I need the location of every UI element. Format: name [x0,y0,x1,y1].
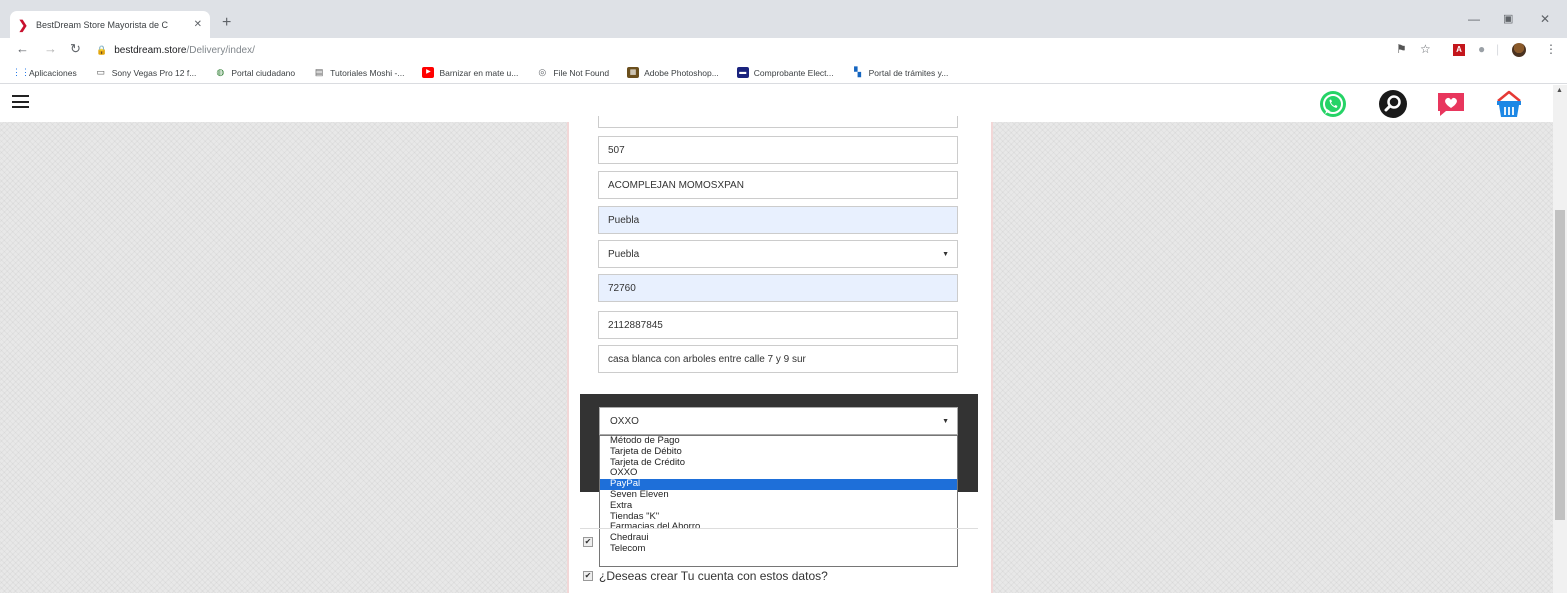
reference-value: casa blanca con arboles entre calle 7 y … [608,353,806,365]
globe-icon: ◎ [538,67,547,77]
page-icon: ▤ [314,67,324,77]
youtube-icon: ▶ [422,67,435,78]
reference-field[interactable]: casa blanca con arboles entre calle 7 y … [598,345,958,373]
scroll-thumb[interactable] [1555,210,1565,520]
url-host: bestdream.store [114,44,187,56]
state-value: Puebla [608,214,640,226]
bookmark-label: File Not Found [553,67,610,78]
browser-tabstrip: ❯ BestDream Store Mayorista de C ✕ + — ▣… [0,0,1567,38]
close-window-icon[interactable]: ✕ [1540,12,1550,26]
shopping-cart-icon[interactable] [1494,89,1524,119]
restore-icon[interactable]: ▣ [1503,12,1513,25]
bookmark-portal-tramites[interactable]: ▚ Portal de trámites y... [852,67,949,78]
scroll-up-arrow-icon[interactable]: ▲ [1556,87,1563,94]
profile-avatar[interactable] [1512,43,1526,57]
payment-option[interactable]: Telecom [600,543,957,555]
payment-option[interactable]: Seven Eleven [600,489,957,501]
search-icon[interactable] [1378,89,1408,119]
payment-option[interactable]: Tarjeta de Crédito [600,457,957,469]
bookmarks-bar: ⋮⋮ Aplicaciones ▭ Sony Vegas Pro 12 f...… [0,62,1567,84]
wishlist-heart-icon[interactable] [1436,89,1466,119]
hamburger-menu-icon[interactable] [12,95,29,108]
bookmark-label: Sony Vegas Pro 12 f... [111,67,197,78]
bookmark-adobe-photoshop[interactable]: ▦ Adobe Photoshop... [627,67,719,78]
translate-icon[interactable]: ⚑ [1396,42,1407,56]
dropdown-caret-icon: ▼ [942,251,949,258]
bookmark-portal-ciudadano[interactable]: ◍ Portal ciudadano [214,67,295,78]
terms-checkbox-row: ✔ [583,537,599,547]
bookmark-label: Barnizar en mate u... [439,67,519,78]
section-divider [580,528,978,529]
dropdown-caret-icon: ▼ [942,418,949,425]
image-icon: ▦ [627,67,640,78]
bookmark-aplicaciones[interactable]: ⋮⋮ Aplicaciones [12,67,77,78]
bookmark-label: Adobe Photoshop... [644,67,719,78]
bookmark-label: Comprobante Elect... [753,67,834,78]
payment-method-select[interactable]: OXXO ▼ [599,407,958,435]
bookmark-label: Tutoriales Moshi -... [330,67,405,78]
colony-value: ACOMPLEJAN MOMOSXPAN [608,179,744,191]
zip-field[interactable]: 72760 [598,274,958,302]
bookmark-sony-vegas[interactable]: ▭ Sony Vegas Pro 12 f... [95,67,197,78]
pdf-extension-icon[interactable]: A [1453,44,1465,56]
tab-title: BestDream Store Mayorista de C [36,19,169,30]
zip-value: 72760 [608,282,636,294]
browser-toolbar: ← → ↻ 🔒 bestdream.store/Delivery/index/ … [0,38,1567,62]
whatsapp-icon[interactable] [1318,89,1348,119]
create-account-checkbox[interactable]: ✔ [583,571,593,581]
bookmark-tutoriales[interactable]: ▤ Tutoriales Moshi -... [313,67,405,78]
extension-icon[interactable]: ● [1478,42,1485,56]
lock-icon: 🔒 [96,44,108,55]
city-value: Puebla [608,248,640,260]
bookmark-star-icon[interactable]: ☆ [1420,42,1431,56]
minimize-icon[interactable]: — [1468,12,1480,26]
colony-field[interactable]: ACOMPLEJAN MOMOSXPAN [598,171,958,199]
browser-menu-icon[interactable]: ⋮ [1545,42,1557,56]
state-field[interactable]: Puebla [598,206,958,234]
bookmark-comprobante[interactable]: ▬ Comprobante Elect... [736,67,834,78]
new-tab-button[interactable]: + [222,14,231,32]
folder-icon: ▭ [96,67,105,77]
page-scrollbar[interactable]: ▲ [1553,85,1567,593]
monitor-icon: ▬ [736,67,749,78]
back-arrow-icon[interactable]: ← [16,41,29,56]
create-account-label: ¿Deseas crear Tu cuenta con estos datos? [599,569,828,583]
forward-arrow-icon[interactable]: → [44,41,57,56]
bookmark-label: Portal de trámites y... [868,67,949,78]
number-field[interactable]: 507 [598,136,958,164]
phone-field[interactable]: 2112887845 [598,311,958,339]
payment-option[interactable]: Tarjeta de Débito [600,446,957,458]
payment-option[interactable]: OXXO [600,468,957,479]
payment-selected-value: OXXO [610,415,639,427]
address-bar[interactable]: 🔒 bestdream.store/Delivery/index/ [96,41,1376,59]
payment-option[interactable]: Extra [600,500,957,512]
grid-icon: ▚ [854,67,862,77]
phone-value: 2112887845 [608,319,663,331]
browser-tab[interactable]: ❯ BestDream Store Mayorista de C ✕ [10,11,210,38]
payment-options-list: Método de Pago Tarjeta de Débito Tarjeta… [599,435,958,567]
reload-icon[interactable]: ↻ [70,41,81,57]
apps-grid-icon: ⋮⋮ [12,67,30,77]
payment-option[interactable]: Chedraui [600,532,957,544]
street-field[interactable] [598,116,958,128]
create-account-row: ✔ ¿Deseas crear Tu cuenta con estos dato… [583,569,828,583]
bookmark-label: Portal ciudadano [231,67,296,78]
terms-checkbox[interactable]: ✔ [583,537,593,547]
bookmark-barnizar[interactable]: ▶ Barnizar en mate u... [422,67,518,78]
store-favicon-icon: ❯ [18,17,29,32]
bookmark-file-not-found[interactable]: ◎ File Not Found [536,67,609,78]
seal-icon: ◍ [216,67,225,77]
url-path: /Delivery/index/ [186,44,255,56]
close-tab-icon[interactable]: ✕ [188,19,202,30]
number-value: 507 [608,144,625,156]
toolbar-separator: | [1496,42,1500,56]
bookmark-label: Aplicaciones [29,67,77,78]
city-select[interactable]: Puebla ▼ [598,240,958,268]
